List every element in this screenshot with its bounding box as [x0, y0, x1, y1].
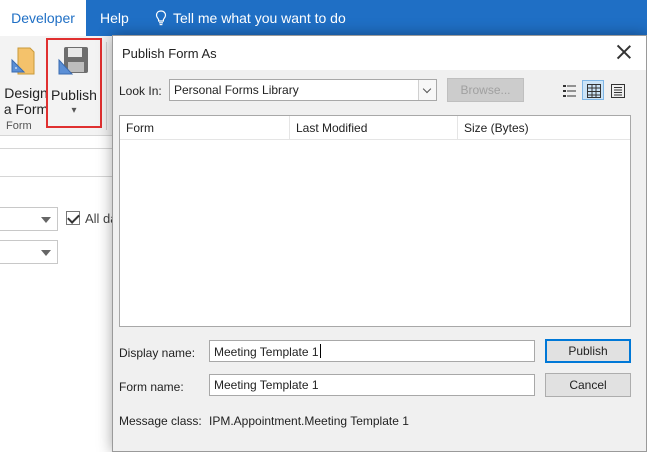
background-dropdown[interactable]: [0, 240, 58, 264]
column-header-size[interactable]: Size (Bytes): [458, 116, 632, 140]
background-dropdown[interactable]: [0, 207, 58, 231]
all-day-checkbox[interactable]: [66, 211, 80, 225]
chevron-down-icon[interactable]: [418, 80, 436, 100]
publish-label: Publish: [51, 87, 97, 103]
forms-list[interactable]: Form Last Modified Size (Bytes): [119, 115, 631, 327]
publish-dropdown-arrow-icon: ▾: [71, 105, 77, 116]
cancel-button[interactable]: Cancel: [545, 373, 631, 397]
tell-me-label: Tell me what you want to do: [173, 10, 346, 26]
ribbon-tab-bar: Developer Help Tell me what you want to …: [0, 0, 647, 36]
details-view-icon: [587, 84, 601, 98]
properties-view-button[interactable]: [606, 80, 628, 100]
tell-me-search[interactable]: Tell me what you want to do: [155, 0, 346, 36]
look-in-label: Look In:: [119, 84, 162, 98]
lightbulb-icon: [155, 10, 167, 26]
design-form-icon: [11, 47, 35, 75]
ribbon-separator: [106, 42, 107, 130]
tab-help[interactable]: Help: [100, 0, 129, 36]
details-view-button[interactable]: [582, 80, 604, 100]
look-in-value: Personal Forms Library: [174, 83, 299, 97]
publish-form-as-dialog: Publish Form As Look In: Personal Forms …: [112, 35, 647, 452]
message-class-value: IPM.Appointment.Meeting Template 1: [209, 414, 409, 428]
dialog-title: Publish Form As: [122, 46, 217, 61]
ribbon-group-label: Form: [6, 120, 32, 132]
dialog-titlebar: Publish Form As: [113, 36, 646, 70]
tab-developer[interactable]: Developer: [0, 0, 86, 36]
look-in-select[interactable]: Personal Forms Library: [169, 79, 437, 101]
display-name-field[interactable]: Meeting Template 1: [209, 340, 535, 362]
forms-list-header: Form Last Modified Size (Bytes): [120, 116, 630, 140]
close-icon[interactable]: [616, 44, 632, 60]
list-view-icon: [563, 85, 576, 97]
form-name-value: Meeting Template 1: [214, 378, 319, 392]
browse-button[interactable]: Browse...: [447, 78, 524, 102]
publish-form-icon: [58, 47, 88, 75]
form-name-field[interactable]: Meeting Template 1: [209, 374, 535, 396]
list-view-button[interactable]: [558, 80, 580, 100]
display-name-label: Display name:: [119, 346, 196, 360]
publish-button[interactable]: Publish ▾: [46, 38, 102, 128]
chevron-down-icon: [41, 217, 51, 223]
chevron-down-icon: [41, 250, 51, 256]
form-name-label: Form name:: [119, 380, 184, 394]
properties-view-icon: [611, 84, 625, 98]
publish-dialog-button[interactable]: Publish: [545, 339, 631, 363]
column-header-last-modified[interactable]: Last Modified: [290, 116, 458, 140]
message-class-label: Message class:: [119, 414, 202, 428]
display-name-value: Meeting Template 1: [214, 345, 319, 359]
column-header-form[interactable]: Form: [120, 116, 290, 140]
